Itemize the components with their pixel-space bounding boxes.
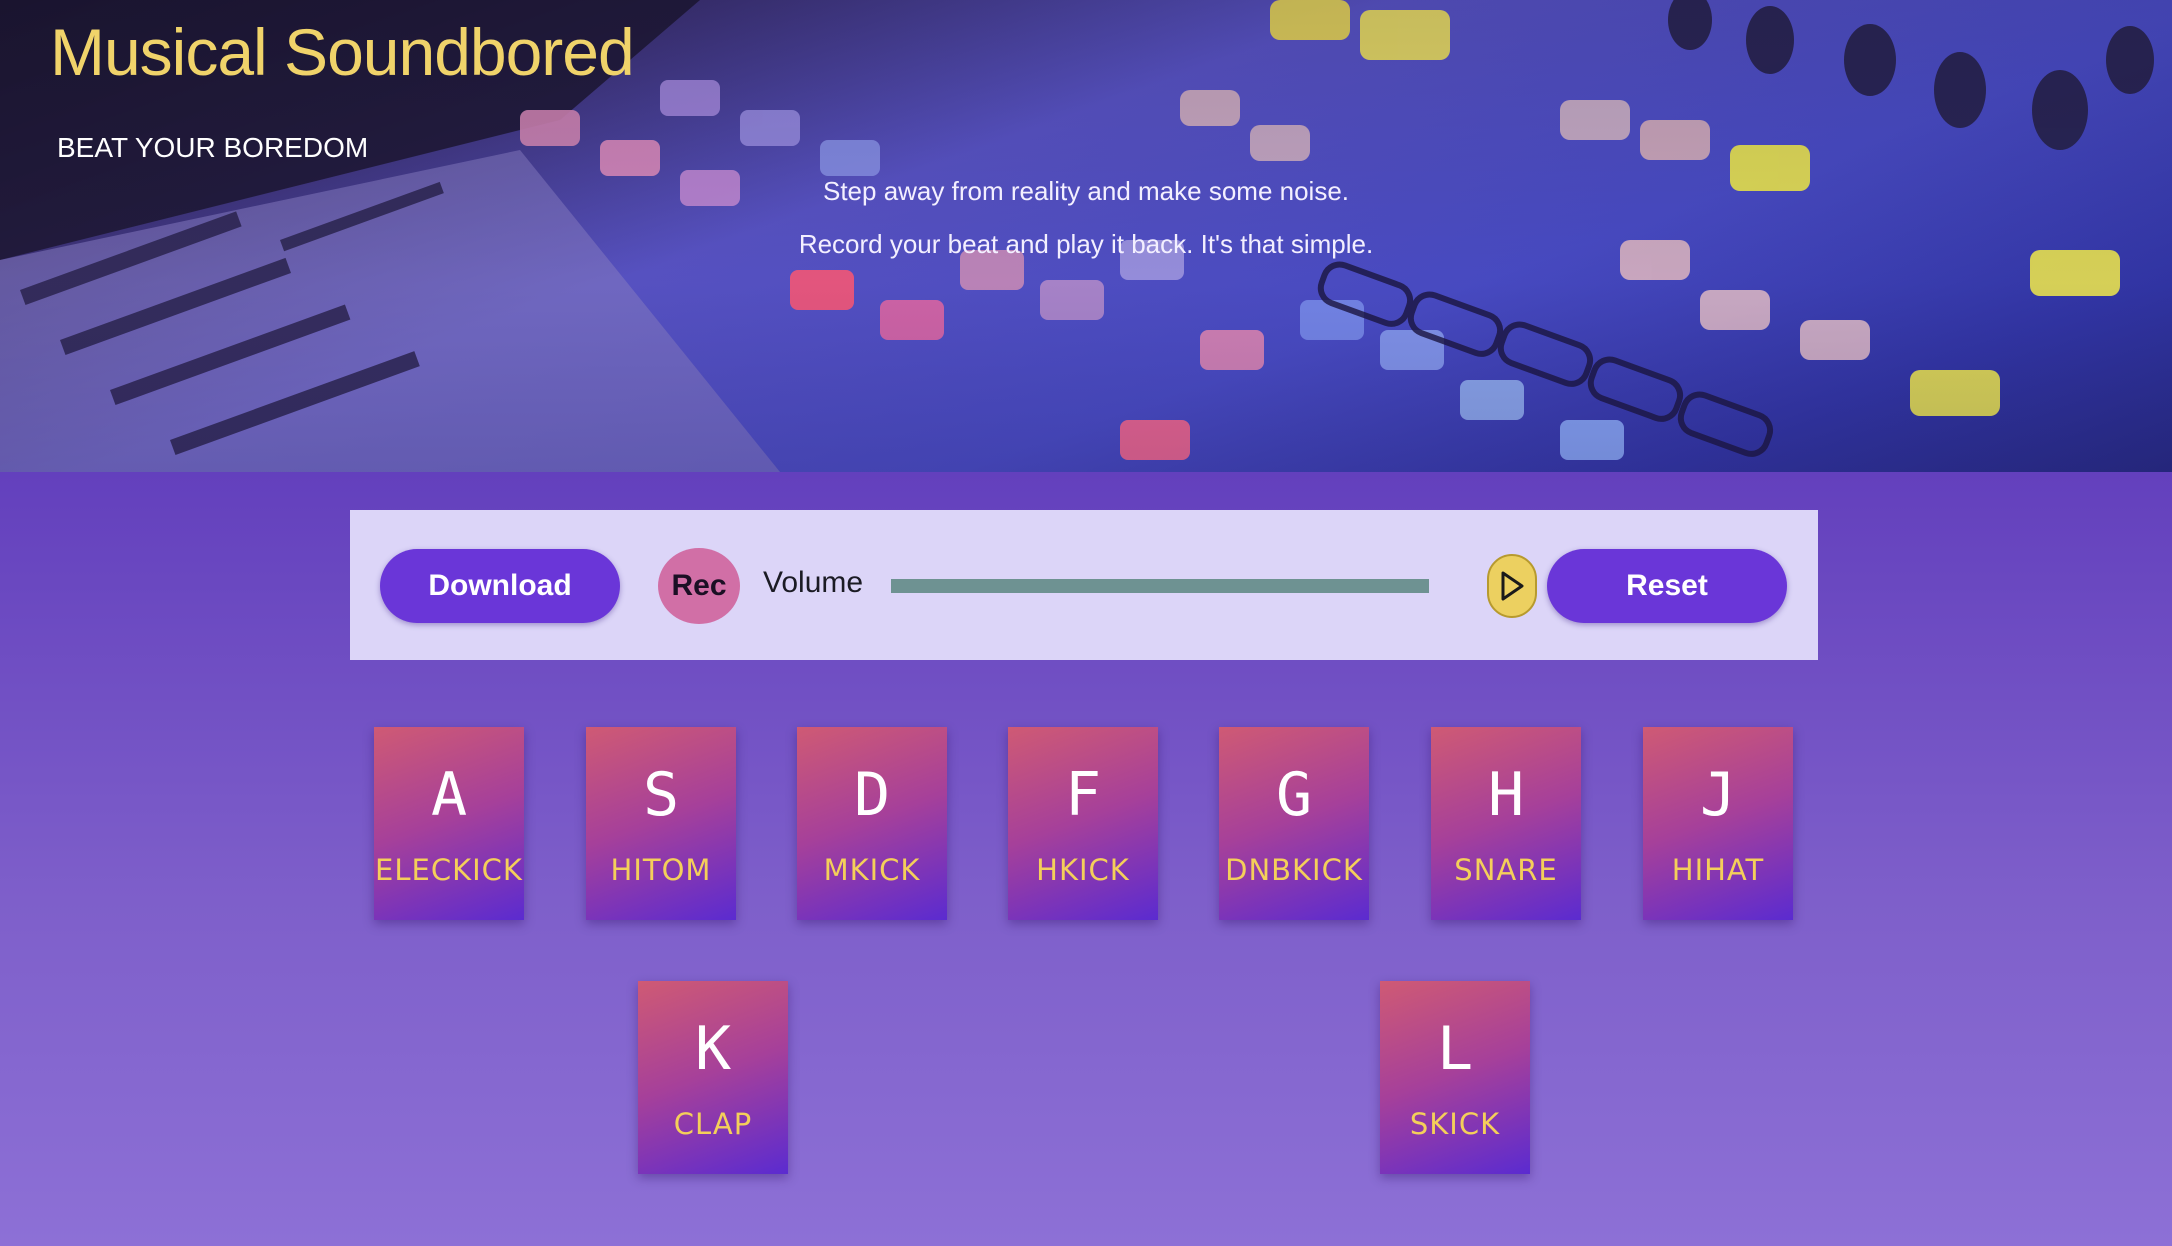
- download-button[interactable]: Download: [380, 549, 620, 623]
- pad-key-label: J: [1699, 760, 1737, 830]
- pad-sound-label: MKICK: [823, 853, 921, 887]
- hero-banner: Musical Soundbored BEAT YOUR BOREDOM Ste…: [0, 0, 2172, 472]
- pad-key-label: L: [1436, 1014, 1474, 1084]
- pad-sound-label: HKICK: [1036, 853, 1130, 887]
- drum-pad-a[interactable]: A ELECKICK: [374, 727, 524, 920]
- volume-label: Volume: [763, 566, 864, 599]
- pad-key-label: S: [642, 760, 680, 830]
- drum-pad-d[interactable]: D MKICK: [797, 727, 947, 920]
- record-button[interactable]: Rec: [658, 548, 740, 624]
- pad-key-label: G: [1275, 760, 1313, 830]
- play-icon: [1501, 571, 1524, 601]
- pad-key-label: D: [853, 760, 891, 830]
- pad-key-label: F: [1064, 760, 1102, 830]
- drum-pad-l[interactable]: L SKICK: [1380, 981, 1530, 1174]
- drum-pad-j[interactable]: J HIHAT: [1643, 727, 1793, 920]
- drum-pad-k[interactable]: K CLAP: [638, 981, 788, 1174]
- pad-key-label: A: [430, 760, 468, 830]
- drum-pad-f[interactable]: F HKICK: [1008, 727, 1158, 920]
- drum-pad-s[interactable]: S HITOM: [586, 727, 736, 920]
- control-bar: Download Rec Volume Reset: [350, 510, 1818, 660]
- pad-key-label: H: [1487, 760, 1525, 830]
- intro-text-line-2: Record your beat and play it back. It's …: [798, 229, 1374, 259]
- volume-slider[interactable]: [891, 579, 1429, 593]
- play-button[interactable]: [1487, 554, 1537, 618]
- pad-key-label: K: [694, 1014, 732, 1084]
- pad-sound-label: SNARE: [1454, 853, 1558, 887]
- pad-sound-label: SKICK: [1409, 1107, 1501, 1141]
- pad-sound-label: ELECKICK: [375, 853, 523, 887]
- pad-sound-label: HIHAT: [1671, 853, 1765, 887]
- drum-pad-g[interactable]: G DNBKICK: [1219, 727, 1369, 920]
- reset-button[interactable]: Reset: [1547, 549, 1787, 623]
- site-title: Musical Soundbored: [50, 15, 635, 89]
- tagline: BEAT YOUR BOREDOM: [57, 132, 369, 163]
- intro-text-line-1: Step away from reality and make some noi…: [822, 176, 1350, 206]
- pad-sound-label: DNBKICK: [1225, 853, 1363, 887]
- pad-sound-label: CLAP: [673, 1107, 753, 1141]
- drum-pad-h[interactable]: H SNARE: [1431, 727, 1581, 920]
- pad-sound-label: HITOM: [610, 853, 712, 887]
